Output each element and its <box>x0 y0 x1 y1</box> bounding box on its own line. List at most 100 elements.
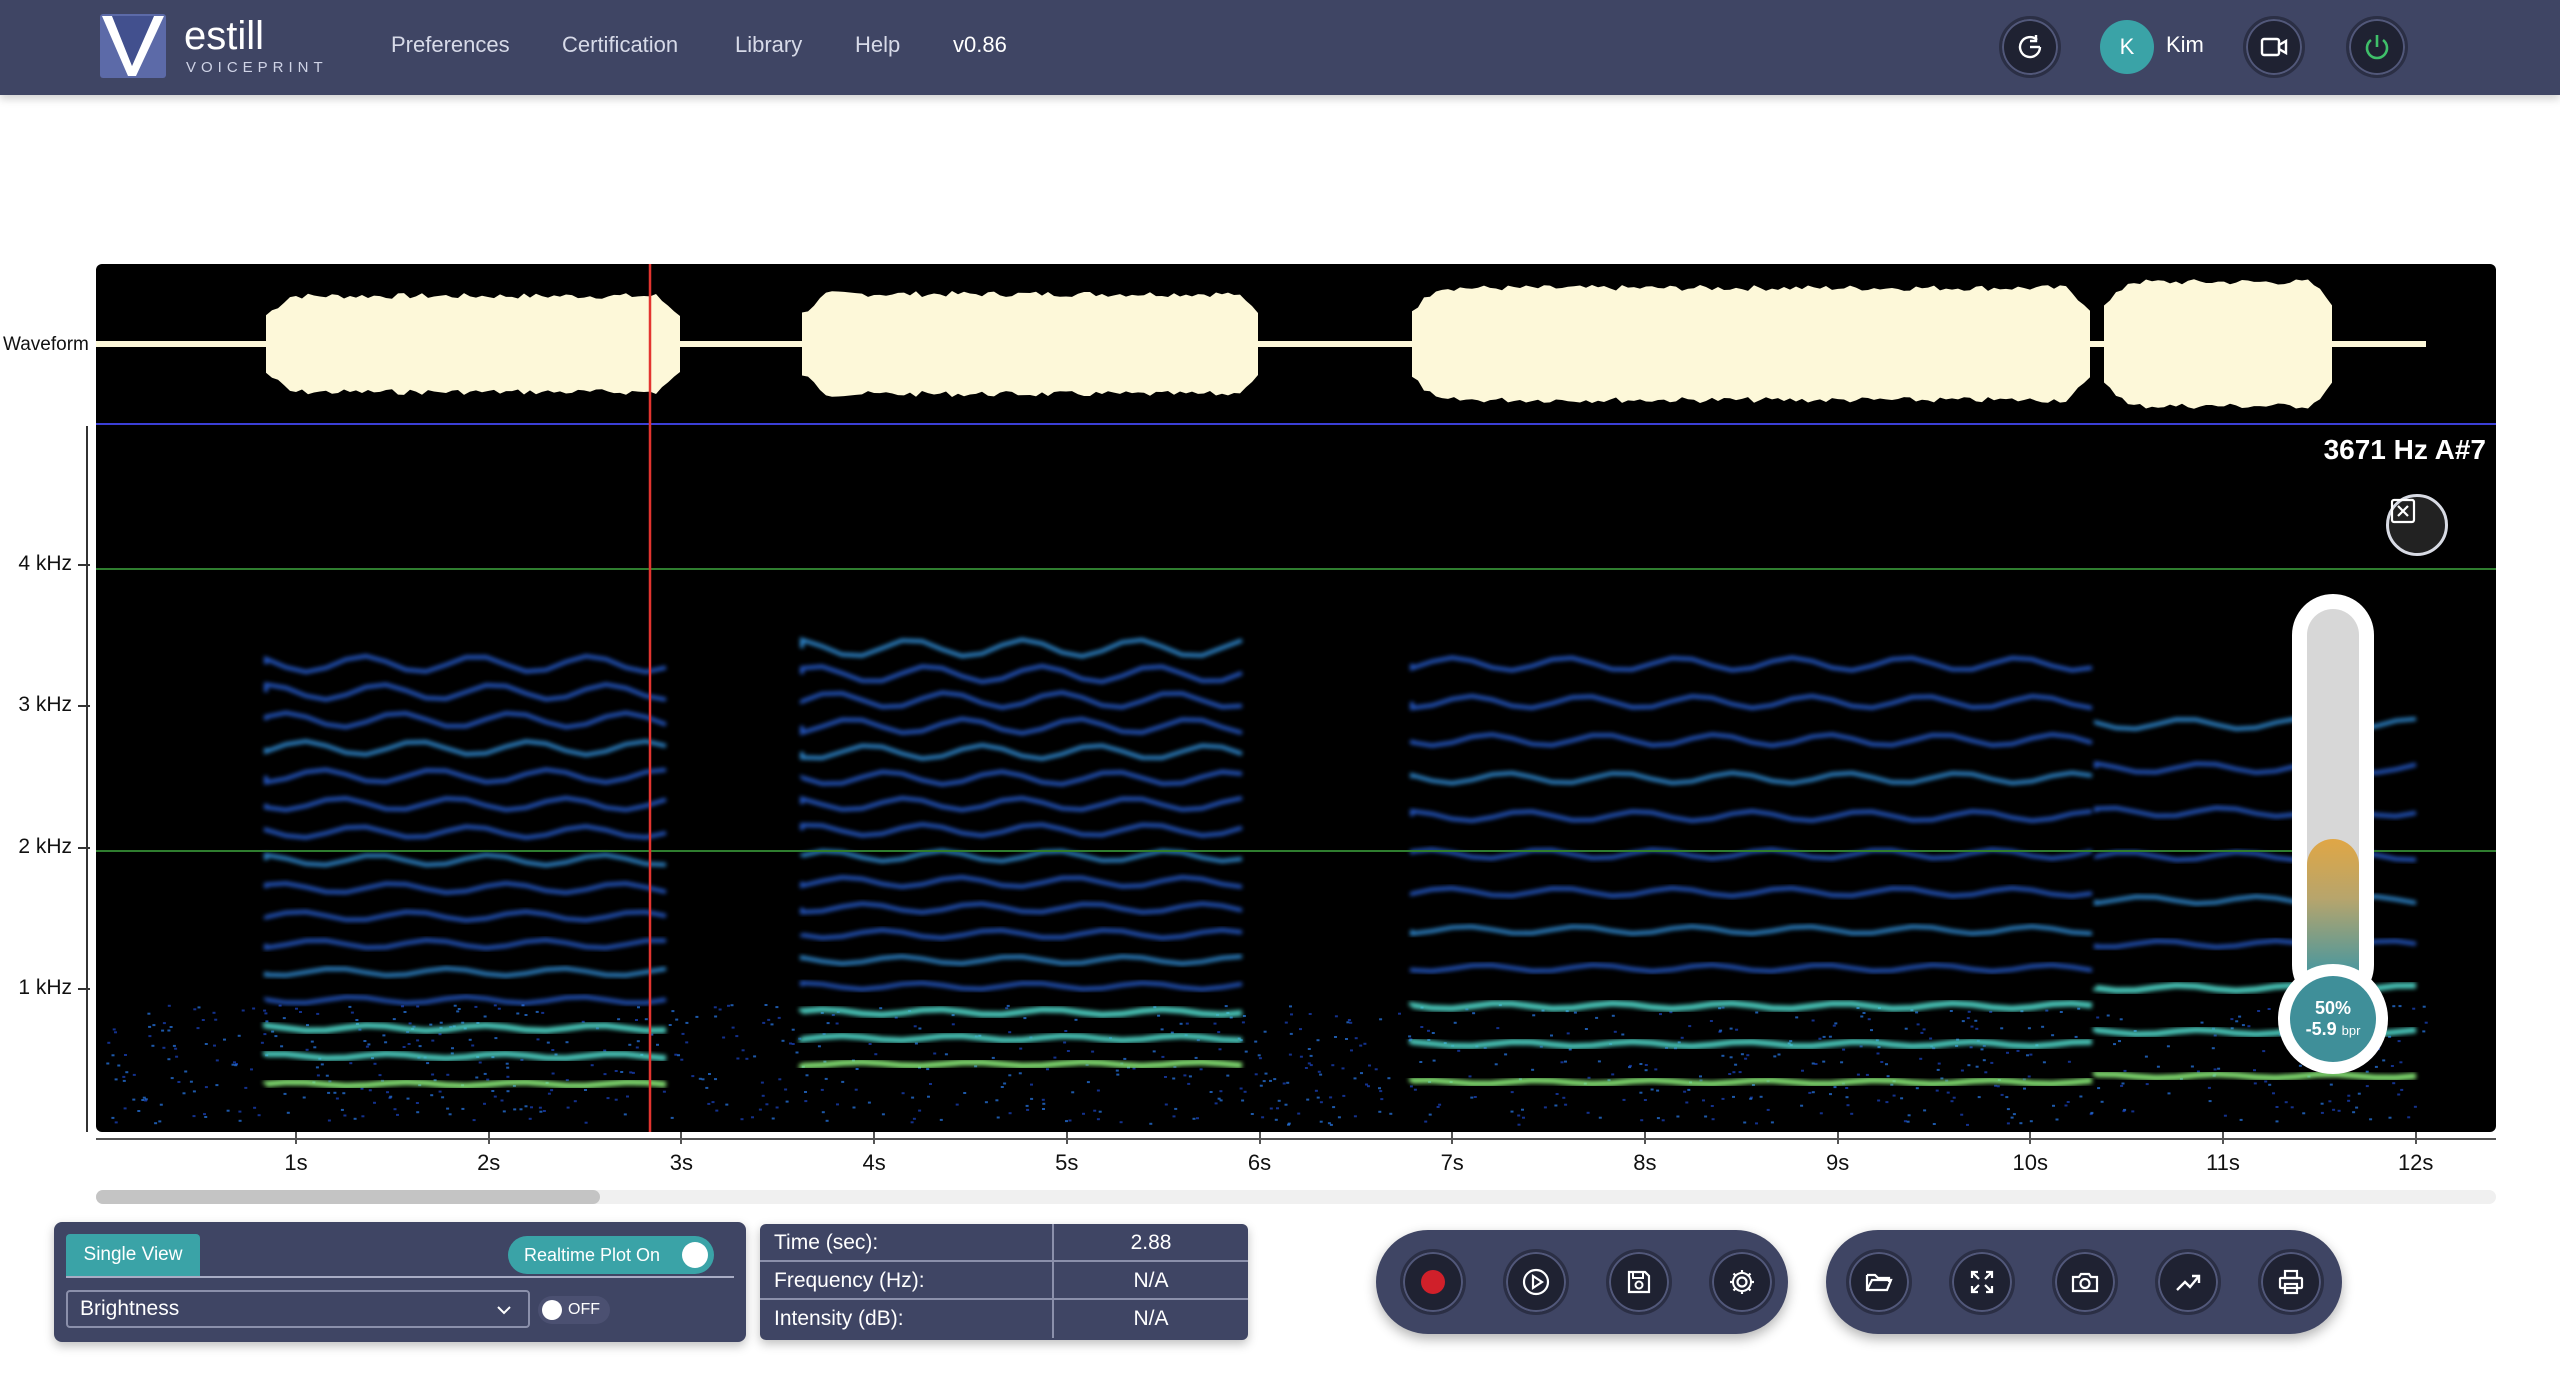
play-button[interactable] <box>1503 1249 1569 1315</box>
noise-speck <box>1262 1080 1266 1083</box>
noise-speck <box>628 1043 632 1046</box>
noise-speck <box>1003 1082 1007 1085</box>
harmonic-band <box>799 1059 1243 1070</box>
noise-speck <box>1378 1110 1382 1113</box>
user-avatar[interactable]: K <box>2100 20 2154 74</box>
noise-speck <box>821 1111 825 1114</box>
noise-speck <box>879 1007 883 1010</box>
noise-speck <box>2145 1083 2149 1086</box>
noise-speck <box>674 1053 678 1056</box>
video-button[interactable] <box>2243 16 2305 78</box>
noise-speck <box>795 1051 799 1054</box>
refresh-button[interactable] <box>1999 16 2061 78</box>
noise-speck <box>1946 1091 1950 1094</box>
noise-speck <box>1935 1089 1939 1092</box>
spectrogram-noise <box>106 1004 2428 1126</box>
time-tick-label: 4s <box>862 1150 886 1175</box>
noise-speck <box>1702 1099 1705 1102</box>
noise-speck <box>1274 1118 1278 1121</box>
noise-speck <box>550 1089 554 1092</box>
noise-speck <box>1226 1074 1230 1077</box>
noise-speck <box>1659 1013 1662 1016</box>
noise-speck <box>1053 1056 1057 1059</box>
user-name[interactable]: Kim <box>2166 32 2204 58</box>
noise-speck <box>1811 1019 1815 1022</box>
display-mode-select[interactable]: Brightness <box>66 1290 530 1328</box>
trend-button[interactable] <box>2155 1249 2221 1315</box>
noise-speck <box>565 1079 569 1082</box>
noise-speck <box>1284 1021 1288 1024</box>
open-file-button[interactable] <box>1846 1249 1912 1315</box>
noise-speck <box>158 1120 162 1123</box>
noise-speck <box>502 1110 506 1113</box>
noise-speck <box>468 1038 472 1041</box>
noise-speck <box>1008 1112 1012 1115</box>
overlay-off-toggle[interactable]: OFF <box>538 1296 610 1324</box>
noise-speck <box>1639 1091 1643 1094</box>
noise-speck <box>740 1118 744 1121</box>
estill-voiceprint-logo[interactable]: estill VOICEPRINT <box>98 10 368 82</box>
settings-button[interactable] <box>1709 1249 1775 1315</box>
noise-speck <box>1732 1095 1735 1098</box>
noise-speck <box>389 1095 393 1098</box>
noise-speck <box>2392 1005 2396 1008</box>
noise-speck <box>305 1048 309 1051</box>
noise-speck <box>584 1121 588 1124</box>
realtime-plot-toggle[interactable]: Realtime Plot On <box>508 1236 714 1274</box>
noise-speck <box>214 1018 218 1021</box>
noise-speck <box>1042 1102 1046 1105</box>
noise-speck <box>913 1025 917 1028</box>
nav-preferences[interactable]: Preferences <box>391 32 510 58</box>
noise-speck <box>2042 1061 2046 1064</box>
screenshot-button[interactable] <box>2052 1249 2118 1315</box>
noise-speck <box>2123 1069 2127 1072</box>
noise-speck <box>1346 1021 1350 1024</box>
noise-speck <box>584 1089 587 1091</box>
harmonic-band <box>1410 655 2093 673</box>
noise-speck <box>2090 1111 2094 1114</box>
timeline-scrollbar[interactable] <box>96 1190 2496 1204</box>
fullscreen-icon <box>1970 1270 1994 1294</box>
noise-speck <box>111 1054 115 1057</box>
noise-speck <box>2357 1092 2361 1095</box>
noise-speck <box>1904 1027 1908 1030</box>
gauge-unit: bpr <box>2341 1022 2361 1038</box>
noise-speck <box>1906 1120 1910 1123</box>
noise-speck <box>1119 1121 1123 1124</box>
info-row-frequency: Frequency (Hz): N/A <box>760 1262 1248 1300</box>
noise-speck <box>1721 1097 1725 1100</box>
power-button[interactable] <box>2346 16 2408 78</box>
noise-speck <box>1277 1099 1281 1102</box>
close-overlay-button[interactable] <box>2386 494 2448 556</box>
file-view-controls <box>1826 1230 2342 1334</box>
noise-speck <box>817 1045 821 1048</box>
harmonic-band <box>1410 693 2093 711</box>
noise-speck <box>1903 1120 1907 1123</box>
noise-speck <box>265 1020 269 1023</box>
noise-speck <box>770 1023 774 1026</box>
noise-speck <box>343 1114 347 1117</box>
harmonic-band <box>800 954 1243 966</box>
noise-speck <box>951 1023 955 1026</box>
noise-speck <box>1885 1101 1889 1104</box>
noise-speck <box>789 1042 792 1045</box>
tab-single-view[interactable]: Single View <box>66 1234 200 1276</box>
gauge-bulb: 50% -5.9 bpr <box>2278 964 2388 1074</box>
nav-help[interactable]: Help <box>855 32 900 58</box>
frequency-note-readout: 3671 Hz A#7 <box>2323 434 2486 465</box>
print-button[interactable] <box>2258 1249 2324 1315</box>
scrollbar-thumb[interactable] <box>96 1190 600 1204</box>
noise-speck <box>1975 1027 1979 1030</box>
record-button[interactable] <box>1400 1249 1466 1315</box>
nav-library[interactable]: Library <box>735 32 802 58</box>
noise-speck <box>1378 1087 1381 1090</box>
noise-speck <box>1192 1117 1196 1120</box>
save-button[interactable] <box>1606 1249 1672 1315</box>
nav-certification[interactable]: Certification <box>562 32 678 58</box>
spectrogram-plot[interactable]: 3671 Hz A#7 50% -5.9 bpr <box>96 264 2496 1132</box>
noise-speck <box>2388 1116 2392 1119</box>
noise-speck <box>1960 1113 1964 1116</box>
noise-speck <box>439 1021 443 1024</box>
fullscreen-button[interactable] <box>1949 1249 2015 1315</box>
waveform-segment <box>2104 279 2332 409</box>
